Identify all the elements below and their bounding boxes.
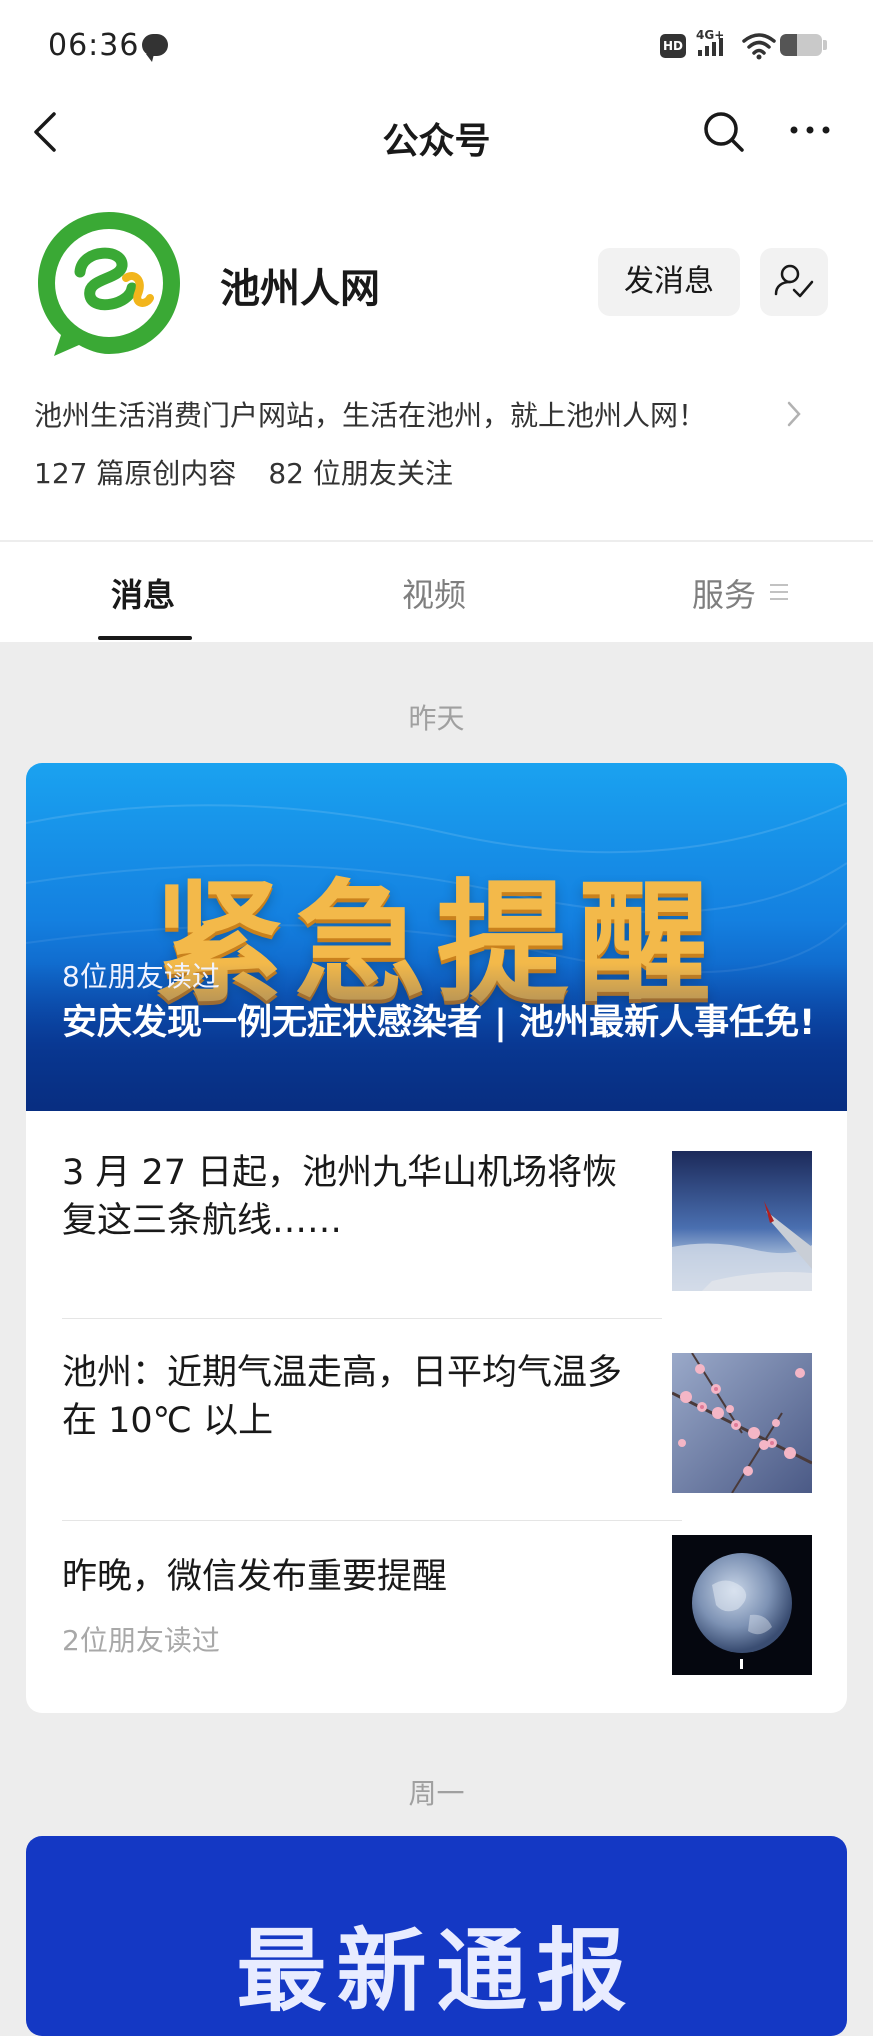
article-title[interactable]: 昨晚，微信发布重要提醒: [62, 1553, 642, 1601]
date-label: 昨天: [408, 702, 465, 735]
account-logo-image: [38, 212, 180, 356]
list-divider: [62, 1318, 662, 1319]
account-logo[interactable]: [34, 208, 184, 358]
hero-article-title: 安庆发现一例无症状感染者 | 池州最新人事任免!: [62, 1003, 816, 1043]
battery-tip: [823, 40, 827, 50]
article-title[interactable]: 池州：近期气温走高，日平均气温多在 10℃ 以上: [62, 1349, 642, 1445]
article-thumbnail-airplane[interactable]: [672, 1151, 812, 1291]
hero-friends-read: 8位朋友读过: [62, 960, 220, 993]
wifi-icon: [742, 32, 776, 64]
more-horizontal-icon: [790, 126, 830, 134]
date-label: 周一: [408, 1777, 465, 1810]
account-description[interactable]: 池州生活消费门户网站，生活在池州，就上池州人网！: [34, 394, 706, 434]
account-name: 池州人网: [220, 266, 380, 312]
earth-image: [672, 1535, 812, 1675]
list-divider: [62, 1520, 682, 1521]
hd-badge: HD: [660, 34, 686, 58]
article-thumbnail-blossom[interactable]: [672, 1353, 812, 1493]
tab-messages[interactable]: 消息: [111, 570, 175, 616]
chevron-left-icon: [34, 112, 56, 152]
tab-videos[interactable]: 视频: [402, 570, 466, 616]
send-message-button[interactable]: 发消息: [598, 248, 740, 316]
tab-services[interactable]: 服务: [692, 570, 756, 616]
hero-article[interactable]: 紧急提醒 8位朋友读过 安庆发现一例无症状感染者 | 池州最新人事任免!: [26, 763, 847, 1111]
hero-image-text: 最新通报: [236, 1919, 637, 2024]
search-icon: [704, 112, 744, 152]
status-time: 06:36: [48, 28, 140, 63]
plum-blossom-image: [672, 1353, 812, 1493]
search-button[interactable]: [700, 108, 748, 160]
more-button[interactable]: [788, 120, 836, 144]
account-stats: 127 篇原创内容 82 位朋友关注: [34, 452, 485, 492]
cellular-signal-icon: 4G+: [696, 28, 736, 62]
hero-article[interactable]: 最新通报: [26, 1836, 847, 2036]
article-thumbnail-earth[interactable]: [672, 1535, 812, 1675]
follow-status-button[interactable]: [760, 248, 828, 316]
battery-icon: [780, 34, 822, 56]
airplane-wing-image: [672, 1151, 812, 1291]
user-check-icon: [774, 264, 814, 298]
article-title[interactable]: 3 月 27 日起，池州九华山机场将恢复这三条航线……: [62, 1149, 642, 1245]
back-button[interactable]: [26, 108, 66, 160]
list-icon: [770, 582, 788, 606]
article-card: 紧急提醒 8位朋友读过 安庆发现一例无症状感染者 | 池州最新人事任免! 3 月…: [26, 763, 847, 1713]
message-notification-icon: [142, 34, 168, 62]
battery-level: [780, 34, 797, 56]
active-tab-indicator: [98, 636, 192, 640]
follower-count: 82 位朋友关注: [268, 457, 453, 490]
chevron-right-icon[interactable]: [786, 400, 802, 432]
original-count: 127 篇原创内容: [34, 457, 237, 490]
article-friends-read: 2位朋友读过: [62, 1624, 220, 1657]
